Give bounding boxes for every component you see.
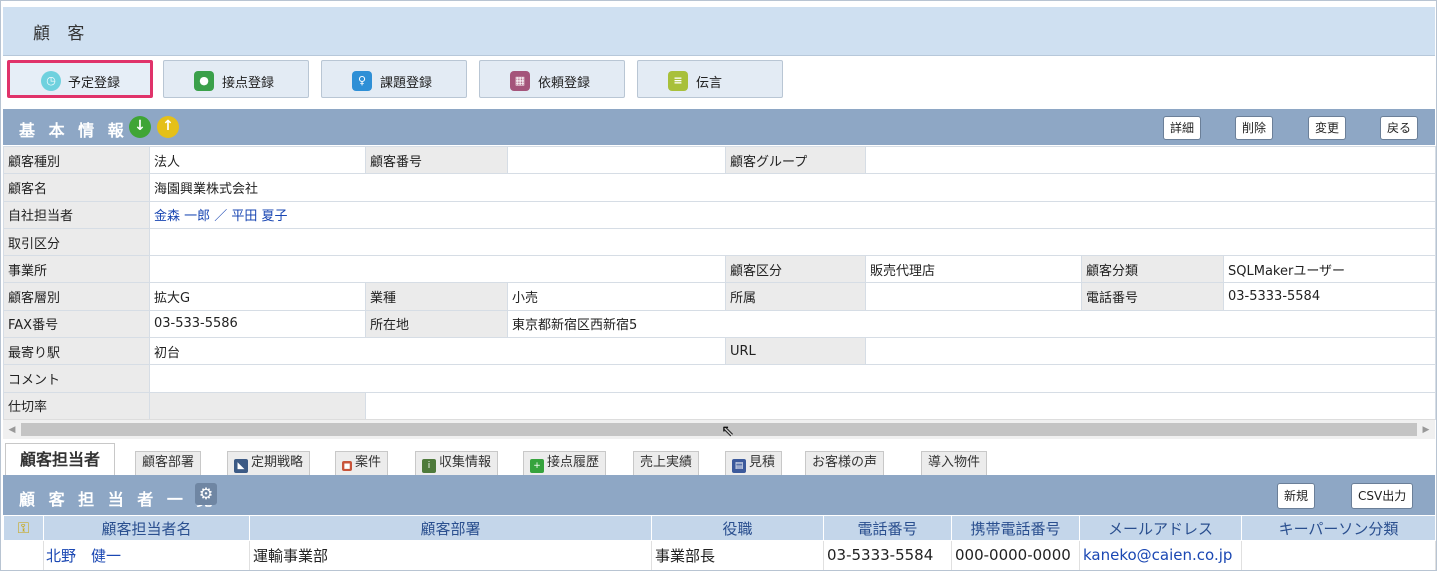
mouse-cursor-icon: ⇖	[721, 421, 735, 440]
tab-deals[interactable]: ■ 案件	[335, 451, 389, 475]
column-header[interactable]: 顧客部署	[249, 515, 652, 541]
gift-icon: ▦	[510, 71, 530, 91]
tab-bar: 顧客担当者 顧客部署 ◣ 定期戦略 ■ 案件 i 収集情報 + 接点履歴 売上実績 ▤ 見…	[3, 441, 1435, 475]
table-header-row: ⚿ 顧客担当者名 顧客部署 役職 電話番号 携帯電話番号 メールアドレス キーパ…	[3, 515, 1436, 541]
contact-name-link[interactable]: 北野 健一	[43, 540, 250, 570]
table-row: コメント	[3, 364, 1436, 393]
email-link[interactable]: kaneko@caien.co.jp	[1079, 540, 1242, 570]
contacts-table: ⚿ 顧客担当者名 顧客部署 役職 電話番号 携帯電話番号 メールアドレス キーパ…	[3, 515, 1436, 570]
table-row: 事業所 顧客区分 販売代理店 顧客分類 SQLMakerユーザー	[3, 255, 1436, 284]
history-icon: +	[530, 459, 544, 473]
column-header[interactable]: キーパーソン分類	[1241, 515, 1436, 541]
tab-periodic-strategy[interactable]: ◣ 定期戦略	[227, 451, 311, 475]
scroll-right-icon[interactable]: ▶	[1419, 423, 1433, 437]
request-register-button[interactable]: ▦ 依頼登録	[479, 60, 625, 98]
contacts-list-title: 顧 客 担 当 者 一 覧	[19, 490, 217, 509]
column-header[interactable]: 携帯電話番号	[951, 515, 1080, 541]
clock-icon: ◷	[41, 71, 61, 91]
contacts-list-header: 顧 客 担 当 者 一 覧 ⚙ 新規 CSV出力	[3, 475, 1435, 515]
tab-collected-info[interactable]: i 収集情報	[415, 451, 499, 475]
tab-customer-voice[interactable]: お客様の声	[805, 451, 885, 475]
message-button[interactable]: ≡ 伝言	[637, 60, 783, 98]
strategy-icon: ◣	[234, 459, 248, 473]
column-header[interactable]: 電話番号	[823, 515, 952, 541]
horizontal-scrollbar[interactable]: ◀ ▶	[3, 419, 1435, 439]
briefcase-icon: ■	[342, 461, 352, 471]
table-row: 顧客種別 法人 顧客番号 顧客グループ	[3, 145, 1436, 175]
column-header[interactable]: メールアドレス	[1079, 515, 1242, 541]
camera-icon: ●	[194, 71, 214, 91]
table-row: 北野 健一 運輸事業部 事業部長 03-5333-5584 000-0000-0…	[3, 540, 1436, 570]
scrollbar-thumb[interactable]	[21, 423, 1417, 436]
column-header[interactable]: 役職	[651, 515, 824, 541]
info-icon: i	[422, 459, 436, 473]
tab-customer-departments[interactable]: 顧客部署	[135, 451, 202, 475]
table-row: 自社担当者 金森 一郎 ／ 平田 夏子	[3, 200, 1436, 229]
issue-register-button[interactable]: ♀ 課題登録	[321, 60, 467, 98]
arrow-up-icon[interactable]: ↑	[157, 116, 179, 138]
edit-button[interactable]: 変更	[1308, 116, 1347, 140]
table-row: 取引区分	[3, 227, 1436, 257]
pin-icon: ♀	[352, 71, 372, 91]
tab-customer-contacts[interactable]: 顧客担当者	[5, 443, 116, 475]
delete-button[interactable]: 削除	[1235, 116, 1274, 140]
new-contact-button[interactable]: 新規	[1277, 483, 1316, 509]
tab-installed-properties[interactable]: 導入物件	[921, 451, 988, 475]
message-icon: ≡	[668, 71, 688, 91]
tab-contact-history[interactable]: + 接点履歴	[523, 451, 607, 475]
table-row: 顧客層別 拡大G 業種 小売 所属 電話番号 03-5333-5584	[3, 282, 1436, 311]
column-header[interactable]: 顧客担当者名	[43, 515, 250, 541]
arrow-down-icon[interactable]: ↓	[129, 116, 151, 138]
customer-window: 顧 客 ◷ 予定登録 ● 接点登録 ♀ 課題登録 ▦ 依頼登録 ≡ 伝言 基 本…	[0, 0, 1437, 571]
estimate-icon: ▤	[732, 459, 746, 473]
detail-button[interactable]: 詳細	[1163, 116, 1202, 140]
gear-icon[interactable]: ⚙	[195, 483, 217, 505]
tab-sales-results[interactable]: 売上実績	[633, 451, 700, 475]
contact-register-button[interactable]: ● 接点登録	[163, 60, 309, 98]
basic-info-title: 基 本 情 報	[19, 121, 128, 140]
table-row: 最寄り駅 初台 URL	[3, 337, 1436, 366]
basic-info-header: 基 本 情 報 ↓ ↑ 詳細 削除 変更 戻る	[3, 109, 1435, 145]
table-row: 顧客名 海園興業株式会社	[3, 173, 1436, 202]
staff-link[interactable]: 金森 一郎 ／ 平田 夏子	[149, 200, 1436, 229]
basic-info-table: 顧客種別 法人 顧客番号 顧客グループ 顧客名 海園興業株式会社 自社担当者 金…	[3, 145, 1436, 420]
page-header: 顧 客	[3, 7, 1435, 56]
key-icon: ⚿	[3, 515, 44, 541]
table-row: FAX番号 03-533-5586 所在地 東京都新宿区西新宿5	[3, 309, 1436, 339]
csv-export-button[interactable]: CSV出力	[1351, 483, 1414, 509]
table-row: 仕切率	[3, 391, 1436, 420]
page-title: 顧 客	[33, 24, 91, 44]
tab-estimates[interactable]: ▤ 見積	[725, 451, 783, 475]
toolbar: ◷ 予定登録 ● 接点登録 ♀ 課題登録 ▦ 依頼登録 ≡ 伝言	[3, 56, 1435, 101]
scroll-left-icon[interactable]: ◀	[5, 423, 19, 437]
schedule-register-button[interactable]: ◷ 予定登録	[7, 60, 153, 98]
back-button[interactable]: 戻る	[1380, 116, 1419, 140]
